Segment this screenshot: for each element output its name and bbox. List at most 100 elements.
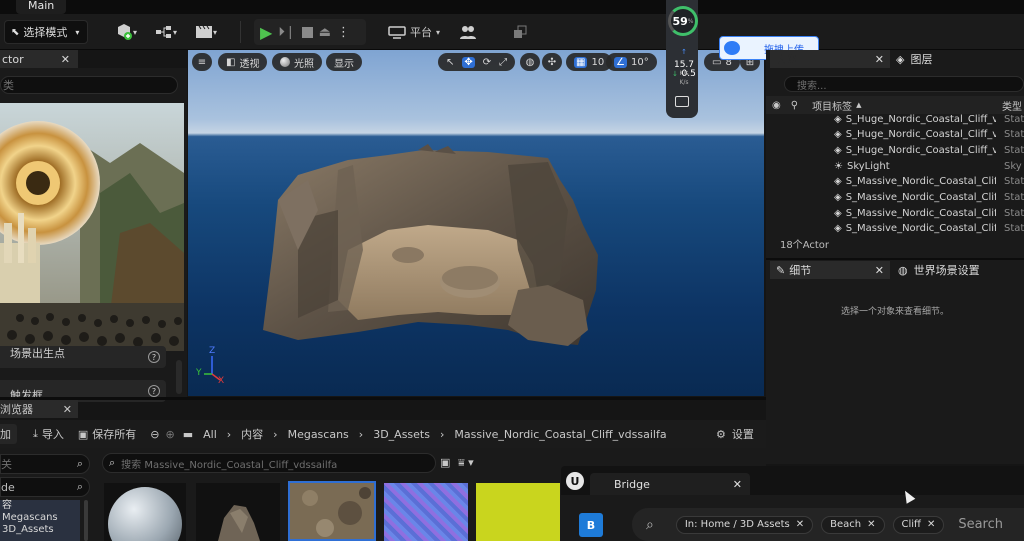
outliner-row-label: SkyLight [846, 160, 890, 172]
close-icon[interactable]: ✕ [796, 519, 804, 530]
cinematics-button[interactable]: ▾ [192, 20, 220, 44]
outliner-row[interactable]: ◈ S_Massive_Nordic_Coastal_Cliff Stat [770, 205, 1024, 221]
add-button[interactable]: 加 [0, 424, 17, 444]
save-icon: ▣ [77, 427, 89, 441]
surface-snap-button[interactable]: ✣ [542, 53, 562, 71]
platform-button[interactable]: 平台 ▾ [388, 20, 440, 44]
help-icon[interactable]: ? [148, 385, 160, 397]
breadcrumb-item[interactable]: All [203, 428, 217, 441]
asset-search[interactable]: ⌕ 搜索 Massive_Nordic_Coastal_Cliff_vdssai… [102, 453, 436, 473]
tab-details[interactable]: ✎ 细节 ✕ [770, 261, 890, 279]
tab-world-settings[interactable]: ◍ 世界场景设置 [898, 261, 980, 279]
outliner-row[interactable]: ◈ S_Huge_Nordic_Coastal_Cliff_ve Stat [770, 127, 1024, 143]
move-icon[interactable]: ✥ [462, 56, 475, 68]
asset-tile[interactable] [476, 483, 560, 541]
outliner-row[interactable]: ◈ S_Huge_Nordic_Coastal_Cliff_ve Stat [770, 111, 1024, 127]
asset-tile-selected[interactable] [288, 481, 376, 541]
tab-place-actors[interactable]: ctor ✕ [0, 50, 78, 68]
close-icon[interactable]: ✕ [61, 53, 70, 66]
axis-y-label: Y [196, 368, 202, 378]
transform-tools: ↖ ✥ ⟳ ⤢ [438, 53, 516, 71]
save-all-button[interactable]: ▣ 保存所有 [78, 426, 136, 442]
show-button[interactable]: 显示 [326, 53, 362, 71]
left-scrollbar[interactable] [176, 360, 182, 394]
mode-select[interactable]: ⬉ 选择模式 ▾ [4, 20, 88, 44]
rotate-icon[interactable]: ⟳ [483, 57, 491, 68]
asset-tile[interactable] [104, 483, 186, 541]
viewport-menu-button[interactable]: ≡ [192, 53, 212, 71]
outliner-row-type: Sky [1004, 160, 1022, 172]
back-icon[interactable]: ⊖ [150, 428, 159, 441]
tab-layers[interactable]: ◈ 图层 [896, 50, 932, 68]
bridge-app-icon[interactable]: B [579, 513, 603, 537]
filter-chip-label: Cliff [901, 519, 921, 530]
breadcrumb-item[interactable]: 内容 [241, 426, 263, 442]
tab-outliner[interactable]: 大纲 ✕ [770, 50, 890, 68]
close-icon[interactable]: ✕ [867, 519, 875, 530]
asset-tile[interactable] [384, 483, 468, 541]
tree-search[interactable]: de ⌕ [0, 477, 90, 497]
stop-icon[interactable] [301, 26, 313, 38]
filter-icon[interactable]: ⩸ ▾ [458, 456, 474, 470]
search-icon: ⌕ [76, 480, 83, 493]
platform-icon [388, 26, 406, 39]
breadcrumb-item[interactable]: 3D_Assets [373, 428, 430, 441]
place-actors-search[interactable]: 类 [0, 76, 178, 94]
tab-bridge[interactable]: Bridge ✕ [590, 473, 750, 495]
outliner-row[interactable]: ◈ S_Massive_Nordic_Coastal_Cliff Stat [770, 221, 1024, 237]
sources-search[interactable]: 关 ⌕ [0, 454, 90, 474]
close-icon[interactable]: ✕ [875, 53, 884, 66]
outliner-row[interactable]: ◈ S_Huge_Nordic_Coastal_Cliff_ve Stat [770, 142, 1024, 158]
tree-item[interactable]: 3D_Assets [0, 524, 80, 536]
blueprint-icon [155, 26, 171, 38]
help-icon[interactable]: ? [148, 351, 160, 363]
user-settings-button[interactable] [456, 20, 480, 44]
mode-select-label: 选择模式 [23, 26, 68, 39]
eject-icon[interactable]: ⏏ [319, 25, 331, 40]
more-options-icon[interactable]: ⋮ [337, 25, 350, 40]
source-control-button[interactable] [508, 20, 532, 44]
left-list-item[interactable]: 场景出生点 ? [0, 346, 166, 368]
asset-tile[interactable] [196, 483, 280, 541]
forward-icon[interactable]: ⊕ [166, 428, 175, 441]
rotate-snap-button[interactable]: ∠ 10° [606, 53, 657, 71]
tree-item[interactable]: Megascans [0, 512, 80, 524]
outliner-row[interactable]: ◈ S_Massive_Nordic_Coastal_Cliff Stat [770, 190, 1024, 206]
step-icon[interactable]: ⏵❘ [278, 25, 295, 40]
breadcrumb-item[interactable]: Megascans [288, 428, 349, 441]
outliner-row[interactable]: ◈ S_Massive_Nordic_Coastal_Cliff Stat [770, 174, 1024, 190]
filter-chip[interactable]: Cliff ✕ [892, 515, 945, 534]
outliner-row[interactable]: ☀ SkyLight Sky [770, 158, 1024, 174]
tab-content-browser[interactable]: 浏览器 ✕ [0, 400, 78, 418]
tab-main[interactable]: Main [16, 0, 67, 14]
blueprint-button[interactable]: ▾ [152, 20, 180, 44]
scale-icon[interactable]: ⤢ [499, 57, 507, 68]
eye-icon[interactable]: ◉ [772, 100, 781, 111]
bridge-search[interactable]: ⌕ In: Home / 3D Assets ✕ Beach ✕ Cliff ✕ Sear… [632, 508, 1024, 541]
filter-chip[interactable]: Beach ✕ [821, 515, 885, 534]
close-icon[interactable]: ✕ [63, 403, 72, 416]
perspective-label: 透视 [239, 58, 260, 70]
play-icon[interactable]: ▶ [260, 23, 272, 42]
settings-button[interactable]: ⚙ 设置 [716, 426, 754, 442]
breadcrumb-item[interactable]: Massive_Nordic_Coastal_Cliff_vdssailfa [454, 428, 666, 441]
import-button[interactable]: ⤓ 导入 [33, 426, 64, 442]
play-controls: ▶ ⏵❘ ⏏ ⋮ [254, 19, 366, 45]
lit-mode-button[interactable]: 光照 [272, 53, 322, 71]
add-actor-button[interactable]: ▾ [112, 20, 140, 44]
close-icon[interactable]: ✕ [927, 519, 935, 530]
filter-chip[interactable]: In: Home / 3D Assets ✕ [675, 515, 814, 534]
world-local-toggle[interactable]: ◍ [520, 53, 540, 71]
close-icon[interactable]: ✕ [733, 478, 742, 491]
screenshot-icon[interactable] [675, 96, 689, 107]
perspective-button[interactable]: ◧ 透视 [218, 53, 268, 71]
tree-item[interactable]: 容 [0, 500, 80, 512]
pin-icon[interactable]: ⚲ [791, 100, 798, 111]
select-arrow-icon[interactable]: ↖ [446, 57, 454, 68]
tree-scrollbar[interactable] [84, 500, 88, 541]
speed-gauge: 59% [668, 6, 698, 36]
axis-gizmo: Z Y X [196, 346, 236, 386]
close-icon[interactable]: ✕ [875, 264, 884, 277]
save-search-icon[interactable]: ▣ [440, 456, 450, 469]
outliner-search[interactable]: 搜索... [784, 76, 1024, 92]
